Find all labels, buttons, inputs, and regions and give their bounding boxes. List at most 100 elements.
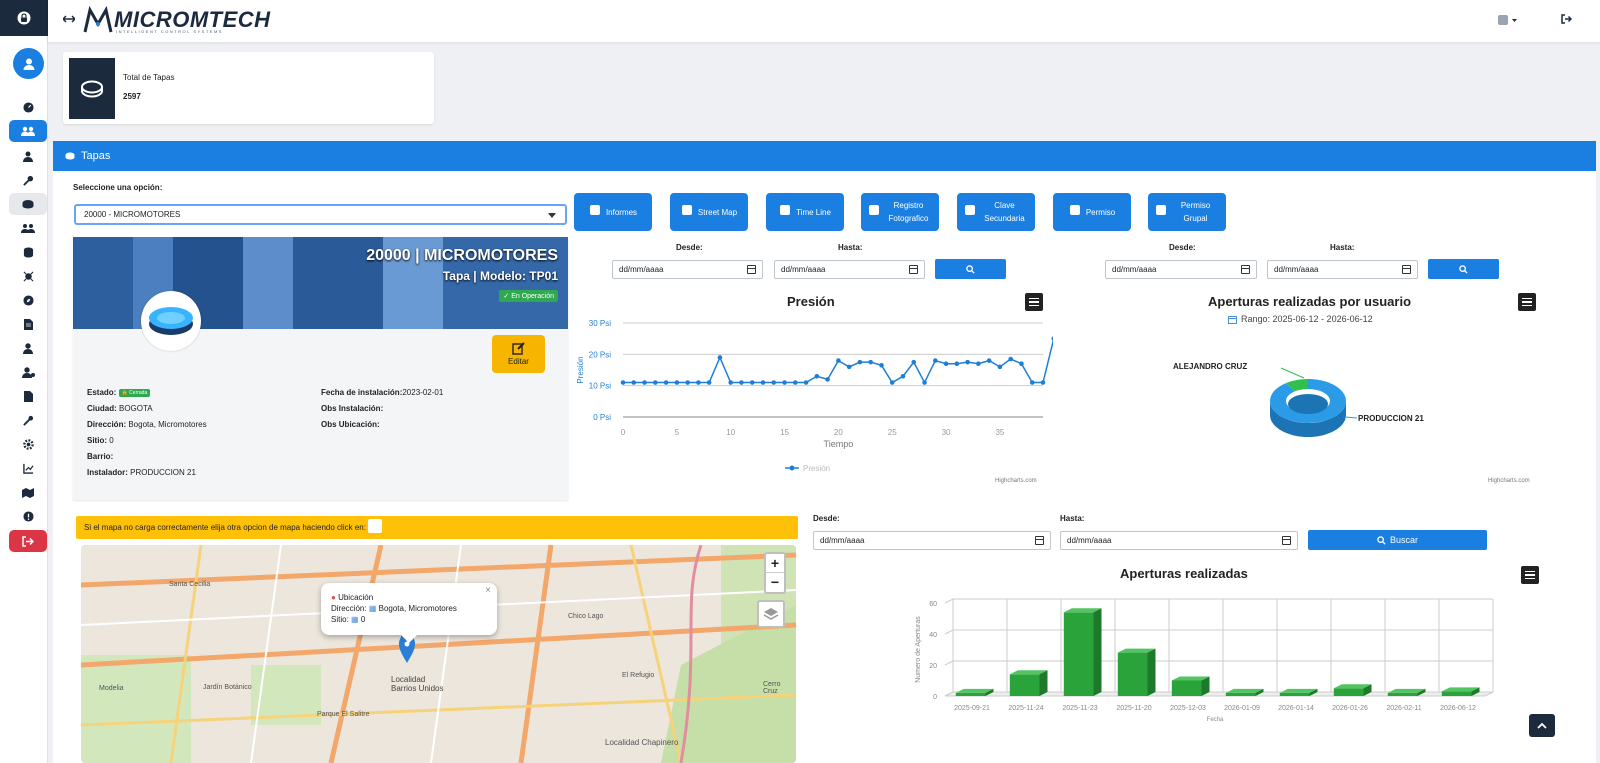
desde-date-input-3[interactable]: dd/mm/aaaa (813, 531, 1051, 550)
edit-button[interactable]: Editar (492, 335, 545, 373)
device-title: 20000 | MICROMOTORES (366, 247, 558, 264)
map[interactable]: Santa Cecilia Jardín Botánico Parque El … (81, 545, 796, 763)
toolbar-button-registro-fotografico[interactable]: Registro Fotografico (861, 193, 939, 231)
device-image (141, 291, 201, 351)
estado-badge: 🔒 Cerrada (118, 388, 151, 397)
hasta-label-3: Hasta: (1060, 514, 1085, 523)
pie-chart-subtitle: Rango: 2025-06-12 - 2026-06-12 (1228, 314, 1373, 324)
bar (1009, 674, 1040, 696)
pie-label: ALEJANDRO CRUZ (1173, 362, 1247, 371)
data-point (857, 359, 863, 365)
sidebar-item-groups[interactable] (9, 217, 47, 239)
toolbar-button-permiso-grupal[interactable]: Permiso Grupal (1148, 193, 1226, 231)
data-point (879, 363, 884, 368)
pie-chart-menu-icon[interactable] (1518, 293, 1536, 311)
map-layers-button[interactable] (757, 600, 785, 628)
sidebar-item-user-settings[interactable] (9, 361, 47, 383)
stat-value: 2597 (123, 92, 141, 101)
sidebar-item-info[interactable] (9, 505, 47, 527)
sidebar-item-documents[interactable] (9, 385, 47, 407)
y-tick-label: 40 (929, 632, 937, 639)
database-icon (23, 246, 33, 258)
scroll-to-top-button[interactable] (1529, 714, 1555, 737)
x-tick-label: 0 (621, 428, 626, 437)
sidebar-item-settings[interactable] (9, 433, 47, 455)
data-point (1019, 361, 1024, 367)
pie-label-connector (1280, 367, 1305, 379)
sidebar-item-stats[interactable] (9, 457, 47, 479)
device-field-instalador: Instalador: PRODUCCION 21 (87, 468, 196, 477)
sidebar-item-tools[interactable] (9, 409, 47, 431)
zoom-in-button[interactable]: + (766, 554, 784, 573)
sidebar-item-keys[interactable] (9, 169, 47, 191)
desde-date-input-2[interactable]: dd/mm/aaaa (1105, 260, 1257, 279)
search-button-1[interactable] (935, 259, 1006, 279)
sidebar-item-map[interactable] (9, 481, 47, 503)
sidebar-item-reports[interactable] (9, 313, 47, 335)
sidebar-item-compass[interactable] (9, 289, 47, 311)
layers-icon[interactable] (368, 519, 383, 533)
tapa-select[interactable]: 20000 - MICROMOTORES (74, 204, 567, 225)
toggle-sidebar-icon[interactable] (61, 14, 77, 26)
chevron-down-icon (548, 213, 556, 218)
toolbar-button-time-line[interactable]: Time Line (766, 193, 844, 231)
sidebar-item-sensors[interactable] (9, 265, 47, 287)
logout-button[interactable] (9, 530, 47, 552)
lock-icon[interactable] (0, 0, 48, 36)
total-tapas-card: Total de Tapas 2597 (63, 52, 434, 124)
x-tick-label: 2025-09-21 (954, 705, 990, 712)
calendar-icon (909, 265, 918, 274)
manhole-icon (69, 58, 115, 119)
data-point (943, 361, 949, 367)
stat-label: Total de Tapas (123, 73, 175, 82)
bar-side (1093, 608, 1102, 696)
sidebar-item-profile[interactable] (9, 337, 47, 359)
sidebar-item-user-tie[interactable] (9, 145, 47, 167)
sidebar-item-tapas[interactable] (9, 193, 47, 215)
sidebar-item-users-group[interactable] (9, 120, 47, 142)
data-point (911, 359, 917, 365)
grid-line (944, 598, 954, 604)
pie-label-connector (1344, 416, 1358, 419)
pressure-chart-title: Presión (787, 294, 835, 309)
gear-icon (22, 438, 34, 450)
popup-close-button[interactable]: × (485, 585, 491, 596)
x-tick-label: 2026-06-12 (1440, 705, 1476, 712)
x-tick-label: 25 (888, 428, 897, 437)
desde-date-input-1[interactable]: dd/mm/aaaa (612, 260, 763, 279)
language-menu[interactable] (1498, 15, 1518, 27)
user-avatar[interactable] (13, 48, 44, 79)
app-root: MICROMTECH INTELLIGENT CONTROL SYSTEMS T… (0, 0, 1600, 763)
toolbar-button-street-map[interactable]: Street Map (670, 193, 748, 231)
openings-chart-menu-icon[interactable] (1521, 566, 1539, 584)
data-point (846, 364, 852, 370)
hasta-date-input-3[interactable]: dd/mm/aaaa (1060, 531, 1298, 550)
map-label: Jardín Botánico (203, 684, 252, 691)
brand-logo[interactable]: MICROMTECH INTELLIGENT CONTROL SYSTEMS (82, 4, 271, 36)
popup-sitio: 0 (360, 615, 366, 624)
toolbar-button-informes[interactable]: Informes (574, 193, 652, 231)
logout-top-icon[interactable] (1561, 14, 1573, 26)
hasta-date-input-1[interactable]: dd/mm/aaaa (774, 260, 925, 279)
data-point (760, 380, 766, 385)
bar (1063, 612, 1094, 696)
data-point (803, 380, 809, 385)
bar (1441, 691, 1472, 696)
toolbar-button-clave-secundaria[interactable]: Clave Secundaria (957, 193, 1035, 231)
sidebar-item-database[interactable] (9, 241, 47, 263)
data-point (620, 380, 626, 385)
status-badge: ✓ En Operación (499, 290, 558, 302)
data-point (836, 358, 841, 363)
toolbar-button-permiso[interactable]: Permiso (1053, 193, 1131, 231)
hasta-date-input-2[interactable]: dd/mm/aaaa (1267, 260, 1418, 279)
bar (1279, 692, 1310, 696)
sidebar-item-dashboard[interactable] (9, 96, 47, 118)
grid-line (944, 660, 954, 666)
buscar-button[interactable]: Buscar (1308, 530, 1487, 550)
calendar-icon: ▦ (351, 615, 359, 624)
search-button-2[interactable] (1428, 259, 1499, 279)
user-cog-icon (21, 366, 35, 378)
data-point (771, 380, 777, 385)
user-tie-icon (23, 151, 33, 162)
zoom-out-button[interactable]: − (766, 573, 784, 591)
